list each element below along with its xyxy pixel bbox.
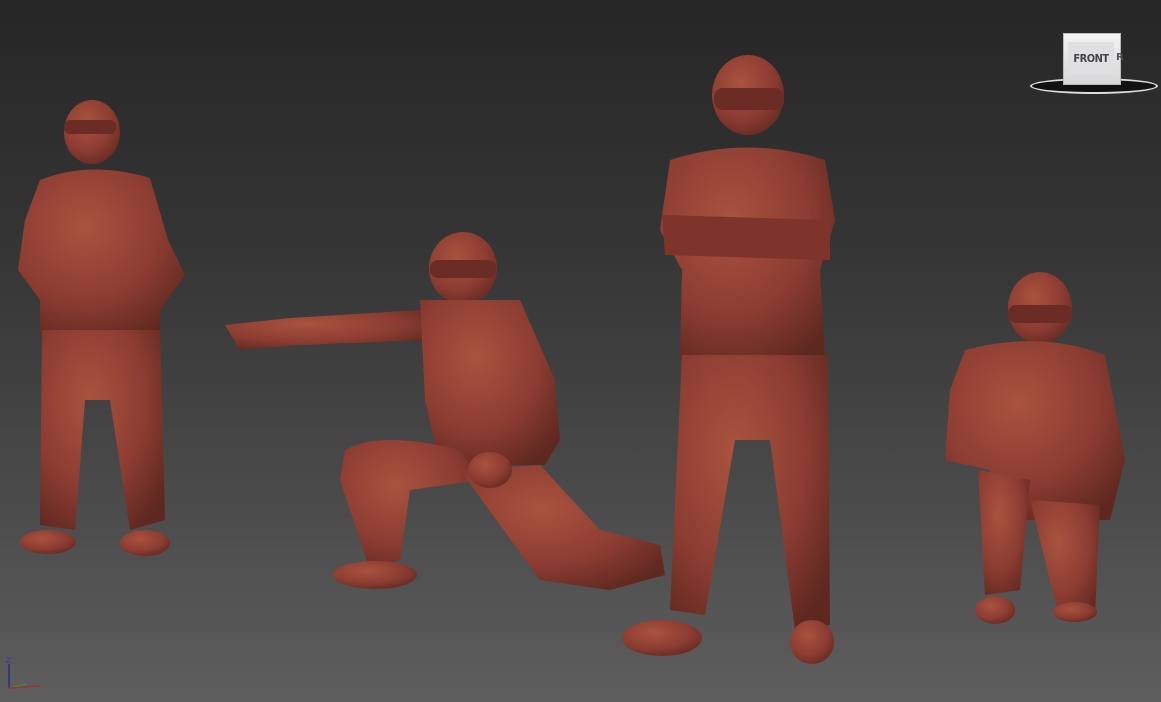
scene[interactable] xyxy=(0,0,1161,702)
viewcube-right-face[interactable]: R xyxy=(1116,52,1124,63)
figure-standing-hands-on-hips[interactable] xyxy=(18,100,185,556)
figure-kneeling-pointing[interactable] xyxy=(225,232,665,590)
axis-gizmo: Z xyxy=(6,656,41,689)
viewcube-cube[interactable]: FRONT R xyxy=(1063,33,1124,85)
3d-viewport[interactable]: FRONT R Z xyxy=(0,0,1161,702)
viewcube[interactable]: FRONT R xyxy=(1030,30,1160,98)
figure-kneeling[interactable] xyxy=(945,272,1125,624)
axis-z-label: Z xyxy=(6,656,12,665)
viewcube-front-face[interactable]: FRONT xyxy=(1068,42,1114,74)
